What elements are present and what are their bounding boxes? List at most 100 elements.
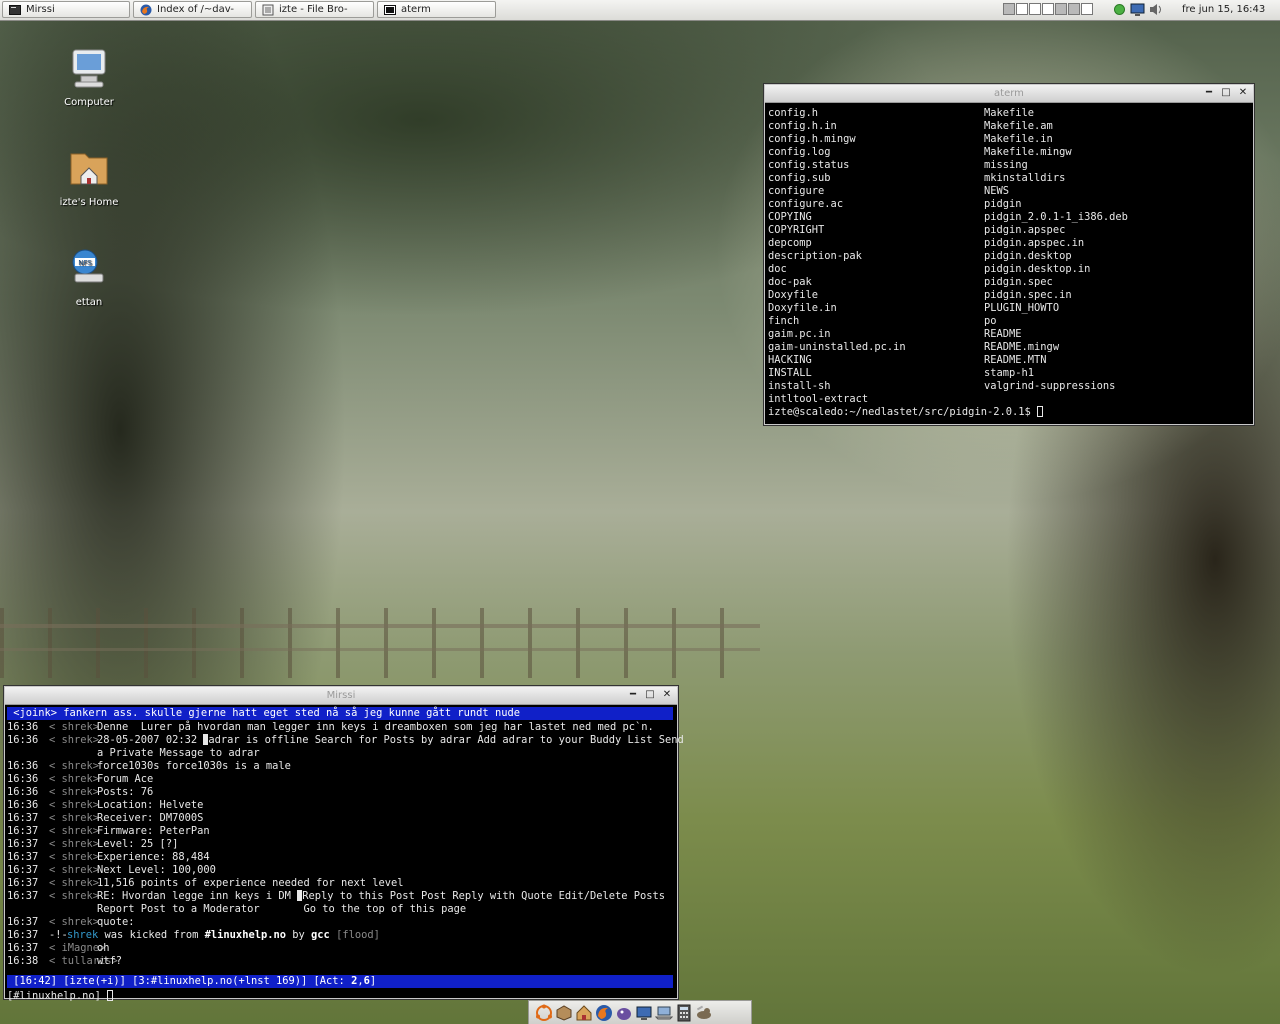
nick: < shrek> <box>49 877 100 889</box>
file-entry: stamp-h1 <box>984 367 1035 379</box>
aterm-window[interactable]: aterm ━ □ ✕ config.h config.h.in config.h.… <box>764 84 1254 425</box>
chat-line: 16:37 < shrek> Firmware: PeterPan <box>7 825 673 838</box>
kicked-nick: shrek <box>67 929 99 941</box>
irssi-terminal[interactable]: <joink> fankern ass. skulle gjerne hatt … <box>5 705 684 1002</box>
message-text: Location: Helvete <box>97 799 203 812</box>
file-entry: pidgin <box>984 198 1022 210</box>
workspace-7[interactable] <box>1081 3 1093 15</box>
gimp-icon[interactable] <box>695 1004 713 1022</box>
minimize-icon[interactable]: ━ <box>1203 87 1215 99</box>
file-entry: pidgin.desktop <box>984 250 1072 262</box>
chat-line: 16:37 < shrek> Level: 25 [?] <box>7 838 673 851</box>
close-icon[interactable]: ✕ <box>1237 87 1249 99</box>
nick: < shrek> <box>49 916 100 928</box>
timestamp: 16:37 <box>7 890 39 902</box>
file-entry: COPYING <box>768 211 812 223</box>
desktop-icon-computer[interactable]: Computer <box>49 46 129 108</box>
file-entry: mkinstalldirs <box>984 172 1066 184</box>
wallpaper-fence-rail-lower <box>0 648 760 651</box>
maximize-icon[interactable]: □ <box>644 689 656 701</box>
timestamp: 16:36 <box>7 773 39 785</box>
nick: < shrek> <box>49 851 100 863</box>
file-entry: COPYRIGHT <box>768 224 825 236</box>
task-label: Mirssi <box>26 4 55 15</box>
terminal-icon <box>9 4 21 15</box>
input-line[interactable]: [#linuxhelp.no] <box>7 990 114 1003</box>
task-firefox[interactable]: Index of /~dav- <box>133 1 252 18</box>
task-file-browser[interactable]: izte - File Bro- <box>255 1 374 18</box>
chat-line: 16:36 < shrek> 28-05-2007 02:32 adrar is o… <box>7 734 684 747</box>
aterm-terminal[interactable]: config.h config.h.in config.h.mingw config.… <box>765 103 1251 423</box>
message-body: force1030s force1030s is a male <box>97 760 291 772</box>
window-title: aterm <box>994 88 1024 99</box>
file-entry: config.sub <box>768 172 831 184</box>
desktop-icon-home[interactable]: izte's Home <box>49 146 129 208</box>
file-entry: pidgin.spec.in <box>984 289 1072 301</box>
file-entry: pidgin.spec <box>984 276 1053 288</box>
file-entry: description-pak <box>768 250 862 262</box>
chat-line: 16:37 < shrek> 11,516 points of experience… <box>7 877 673 890</box>
home-folder-icon <box>70 153 108 185</box>
workspace-5[interactable] <box>1055 3 1067 15</box>
system-tray <box>1112 2 1163 17</box>
laptop-icon[interactable] <box>655 1004 673 1022</box>
wallpaper-fence <box>0 608 760 678</box>
message-body: Location: Helvete <box>97 799 204 811</box>
close-icon[interactable]: ✕ <box>661 689 673 701</box>
minimize-icon[interactable]: ━ <box>627 689 639 701</box>
terminal-icon <box>384 4 396 15</box>
kick-text: by <box>292 929 305 941</box>
maximize-icon[interactable]: □ <box>1220 87 1232 99</box>
chat-line: 16:37 < shrek> quote: <box>7 916 673 929</box>
pidgin-icon[interactable] <box>615 1004 633 1022</box>
irssi-titlebar[interactable]: Mirssi ━ □ ✕ <box>5 687 677 705</box>
timestamp: 16:37 <box>7 942 39 954</box>
timestamp: 16:36 <box>7 760 39 772</box>
file-entry: Makefile.in <box>984 133 1053 145</box>
workspace-1[interactable] <box>1003 3 1015 15</box>
message-text: RE: Hvordan legge inn keys i DM Reply to… <box>97 890 665 903</box>
chat-line: 16:36 < shrek> Posts: 76 <box>7 786 673 799</box>
message-body: quote: <box>97 916 135 928</box>
chat-line: 16:37 < shrek> Experience: 88,484 <box>7 851 673 864</box>
monitor-icon[interactable] <box>1130 2 1145 17</box>
firefox-icon[interactable] <box>595 1004 613 1022</box>
package-icon[interactable] <box>555 1004 573 1022</box>
kick-reason: [flood] <box>336 929 380 941</box>
input-prompt: [#linuxhelp.no] <box>7 990 108 1002</box>
file-entry: NEWS <box>984 185 1010 197</box>
workspace-4[interactable] <box>1042 3 1054 15</box>
text-cursor <box>107 990 114 1001</box>
application-dock <box>528 1000 752 1024</box>
task-mirssi[interactable]: Mirssi <box>2 1 130 18</box>
message-text: Posts: 76 <box>97 786 153 799</box>
task-aterm[interactable]: aterm <box>377 1 496 18</box>
timestamp: 16:36 <box>7 734 39 746</box>
home-icon[interactable] <box>575 1004 593 1022</box>
status-close: ] <box>369 975 377 987</box>
computer-icon <box>72 49 106 88</box>
nick: < shrek> <box>49 721 100 733</box>
workspace-3[interactable] <box>1029 3 1041 15</box>
kick-text: was kicked from <box>104 929 199 941</box>
display-icon[interactable] <box>635 1004 653 1022</box>
chat-line: 16:37 < iMagne> oh <box>7 942 673 955</box>
workspace-6[interactable] <box>1068 3 1080 15</box>
taskbar: Mirssi Index of /~dav- izte - File Bro- … <box>0 0 1280 21</box>
message-text: quote: <box>97 916 135 929</box>
network-status-icon[interactable] <box>1112 2 1127 17</box>
irssi-window[interactable]: Mirssi ━ □ ✕ <joink> fankern ass. skulle… <box>4 686 684 1002</box>
clock[interactable]: fre jun 15, 16:43 <box>1182 4 1265 15</box>
nick: < shrek> <box>49 786 100 798</box>
message-body: Posts: 76 <box>97 786 154 798</box>
aterm-titlebar[interactable]: aterm ━ □ ✕ <box>765 85 1253 103</box>
timestamp: 16:36 <box>7 721 39 733</box>
ubuntu-menu-icon[interactable] <box>535 1004 553 1022</box>
workspace-2[interactable] <box>1016 3 1028 15</box>
message-text: wtf? <box>97 955 122 968</box>
desktop-icon-ettan[interactable]: NFS ettan <box>49 246 129 308</box>
message-body: adrar is offline Search for Posts by adr… <box>208 734 684 746</box>
calculator-icon[interactable] <box>675 1004 693 1022</box>
volume-icon[interactable] <box>1148 2 1163 17</box>
timestamp: 16:37 <box>7 812 39 824</box>
